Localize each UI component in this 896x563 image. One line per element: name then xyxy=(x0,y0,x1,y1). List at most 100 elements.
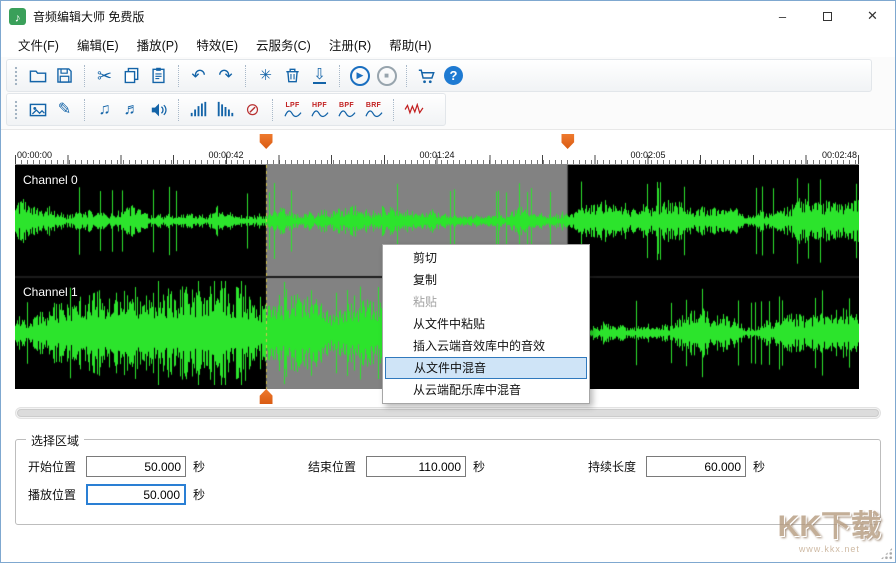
end-position-field: 结束位置 秒 xyxy=(308,456,588,477)
toolbar-separator xyxy=(406,65,407,87)
toolbar-row-1: ✂ ↶↷ ✳ ⇩ ▶■? xyxy=(6,59,872,92)
help-icon[interactable]: ? xyxy=(440,63,467,89)
play-position-field: 播放位置 秒 xyxy=(28,484,308,505)
toolbar-separator xyxy=(84,99,85,121)
context-menu: 剪切复制粘贴从文件中粘贴插入云端音效库中的音效从文件中混音从云端配乐库中混音 xyxy=(382,244,590,404)
play-position-marker[interactable] xyxy=(260,389,273,404)
start-position-unit: 秒 xyxy=(193,458,205,475)
undo-icon[interactable]: ↶ xyxy=(185,63,212,89)
menu-item-6[interactable]: 帮助(H) xyxy=(380,31,440,58)
panel-title: 选择区域 xyxy=(26,432,84,449)
play-position-unit: 秒 xyxy=(193,486,205,503)
hpf-filter-icon[interactable]: HPF xyxy=(306,97,333,123)
bpf-filter-icon[interactable]: BPF xyxy=(333,97,360,123)
context-menu-item-6[interactable]: 从云端配乐库中混音 xyxy=(385,379,587,401)
close-button[interactable]: ✕ xyxy=(850,1,895,31)
menu-item-1[interactable]: 编辑(E) xyxy=(68,31,128,58)
selection-start-marker[interactable] xyxy=(260,134,273,149)
panel-row-2: 播放位置 秒 xyxy=(28,484,868,505)
start-position-label: 开始位置 xyxy=(28,458,76,475)
start-position-input[interactable] xyxy=(86,456,186,477)
maximize-button[interactable] xyxy=(805,1,850,31)
duration-unit: 秒 xyxy=(753,458,765,475)
titlebar: ♪ 音频编辑大师 免费版 – ✕ xyxy=(1,1,895,31)
play-icon[interactable]: ▶ xyxy=(346,63,373,89)
end-position-label: 结束位置 xyxy=(308,458,356,475)
context-menu-item-1[interactable]: 复制 xyxy=(385,269,587,291)
context-menu-item-2: 粘贴 xyxy=(385,291,587,313)
toolbars: ✂ ↶↷ ✳ ⇩ ▶■? ✎ ♫♬ ⊘ LPFHPFBPFBRF xyxy=(1,57,895,130)
spectrum-icon[interactable] xyxy=(400,97,427,123)
maximize-icon xyxy=(823,12,832,21)
context-menu-item-5[interactable]: 从文件中混音 xyxy=(385,357,587,379)
toolbar-separator xyxy=(245,65,246,87)
watermark-url: www.kkx.net xyxy=(778,544,881,554)
duration-field: 持续长度 秒 xyxy=(588,456,868,477)
play-position-input[interactable] xyxy=(86,484,186,505)
level-meter-alt-icon[interactable] xyxy=(212,97,239,123)
paste-icon[interactable] xyxy=(145,63,172,89)
resize-grip[interactable] xyxy=(880,547,893,560)
menu-item-3[interactable]: 特效(E) xyxy=(187,31,247,58)
app-icon: ♪ xyxy=(9,8,26,25)
app-window: ♪ 音频编辑大师 免费版 – ✕ 文件(F)编辑(E)播放(P)特效(E)云服务… xyxy=(0,0,896,563)
photo-clip-icon[interactable] xyxy=(24,97,51,123)
toolbar-separator xyxy=(339,65,340,87)
timeline-ruler[interactable]: 00:00:00 00:00:42 00:01:24 00:02:05 00:02:48 xyxy=(15,150,859,165)
toolbar-separator xyxy=(393,99,394,121)
lpf-filter-icon[interactable]: LPF xyxy=(279,97,306,123)
play-position-label: 播放位置 xyxy=(28,486,76,503)
duration-label: 持续长度 xyxy=(588,458,636,475)
cart-icon[interactable] xyxy=(413,63,440,89)
context-menu-item-0[interactable]: 剪切 xyxy=(385,247,587,269)
scrollbar-thumb[interactable] xyxy=(17,409,879,417)
ruler-label-4: 00:02:48 xyxy=(822,150,857,160)
toolbar-grip[interactable] xyxy=(14,100,18,120)
music-note-icon[interactable]: ♫ xyxy=(91,97,118,123)
window-title: 音频编辑大师 免费版 xyxy=(33,8,760,25)
redo-icon[interactable]: ↷ xyxy=(212,63,239,89)
selection-marker-strip xyxy=(15,133,859,150)
context-menu-item-3[interactable]: 从文件中粘贴 xyxy=(385,313,587,335)
open-folder-icon[interactable] xyxy=(24,63,51,89)
ruler-label-3: 00:02:05 xyxy=(630,150,665,160)
end-position-unit: 秒 xyxy=(473,458,485,475)
save-icon[interactable] xyxy=(51,63,78,89)
toolbar-separator xyxy=(178,65,179,87)
ruler-label-1: 00:00:42 xyxy=(208,150,243,160)
brf-filter-icon[interactable]: BRF xyxy=(360,97,387,123)
level-meter-icon[interactable] xyxy=(185,97,212,123)
selection-end-marker[interactable] xyxy=(561,134,574,149)
music-note-edit-icon[interactable]: ♬ xyxy=(118,97,145,123)
cut-icon[interactable]: ✂ xyxy=(91,63,118,89)
toolbar-row-2: ✎ ♫♬ ⊘ LPFHPFBPFBRF xyxy=(6,93,446,126)
end-position-input[interactable] xyxy=(366,456,466,477)
toolbar-separator xyxy=(84,65,85,87)
toolbar-separator xyxy=(178,99,179,121)
horizontal-scrollbar[interactable] xyxy=(15,407,881,419)
duration-input[interactable] xyxy=(646,456,746,477)
start-position-field: 开始位置 秒 xyxy=(28,456,308,477)
delete-icon[interactable] xyxy=(279,63,306,89)
minimize-button[interactable]: – xyxy=(760,1,805,31)
edit-wave-icon[interactable]: ✎ xyxy=(51,97,78,123)
copy-icon[interactable] xyxy=(118,63,145,89)
ruler-label-0: 00:00:00 xyxy=(17,150,52,160)
ruler-label-2: 00:01:24 xyxy=(419,150,454,160)
export-icon[interactable]: ⇩ xyxy=(306,63,333,89)
menu-item-4[interactable]: 云服务(C) xyxy=(247,31,320,58)
stop-icon[interactable]: ■ xyxy=(373,63,400,89)
mute-icon[interactable]: ⊘ xyxy=(239,97,266,123)
context-menu-item-4[interactable]: 插入云端音效库中的音效 xyxy=(385,335,587,357)
selection-panel: 选择区域 开始位置 秒 结束位置 秒 持续长度 秒 播放位置 秒 xyxy=(15,439,881,525)
special-effect-icon[interactable]: ✳ xyxy=(252,63,279,89)
toolbar-separator xyxy=(272,99,273,121)
menubar: 文件(F)编辑(E)播放(P)特效(E)云服务(C)注册(R)帮助(H) xyxy=(1,31,895,57)
menu-item-0[interactable]: 文件(F) xyxy=(9,31,68,58)
speaker-icon[interactable] xyxy=(145,97,172,123)
menu-item-2[interactable]: 播放(P) xyxy=(128,31,188,58)
menu-item-5[interactable]: 注册(R) xyxy=(320,31,380,58)
toolbar-grip[interactable] xyxy=(14,66,18,86)
panel-row-1: 开始位置 秒 结束位置 秒 持续长度 秒 xyxy=(28,456,868,477)
svg-text:♪: ♪ xyxy=(15,11,21,24)
